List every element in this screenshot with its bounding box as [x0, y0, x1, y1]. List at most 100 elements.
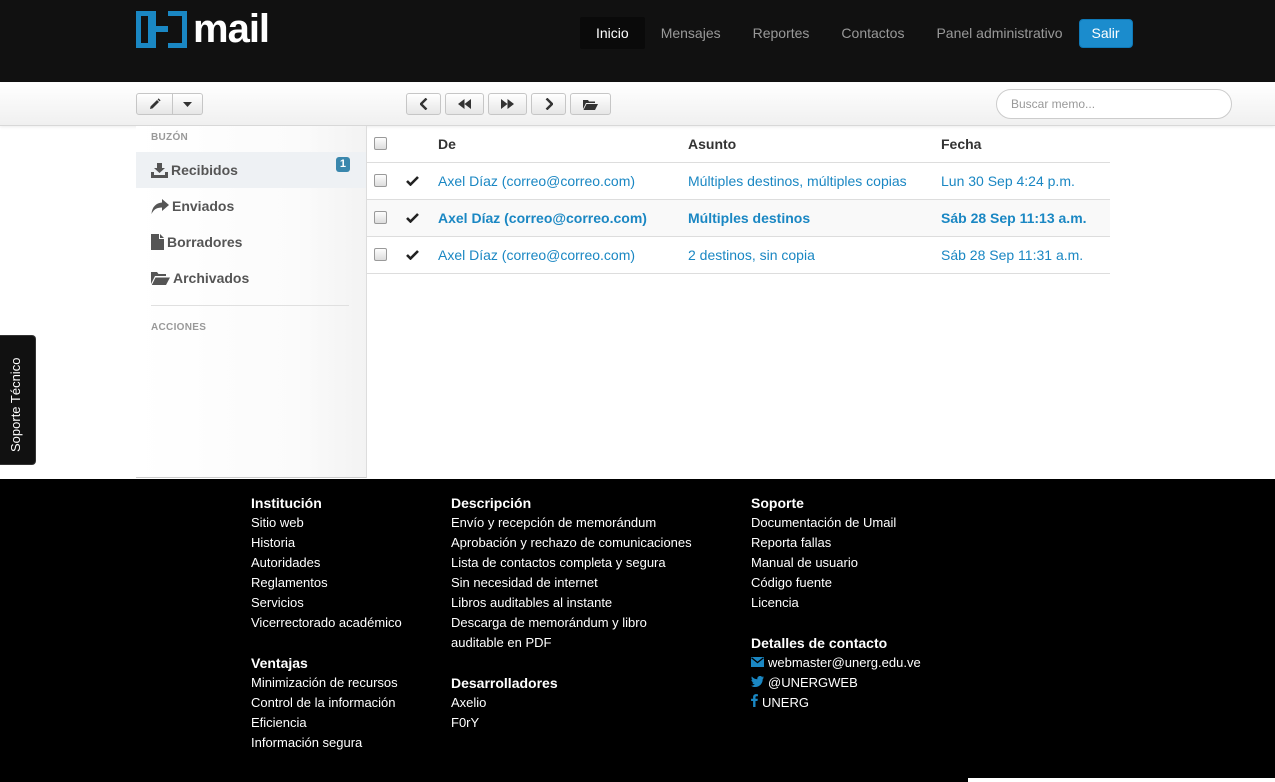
backward-icon [458, 99, 471, 109]
archive-button[interactable] [570, 93, 611, 115]
footer-link[interactable]: Sin necesidad de internet [451, 573, 692, 593]
main-nav: Inicio Mensajes Reportes Contactos Panel… [580, 17, 1133, 49]
footer-link[interactable]: auditable en PDF [451, 633, 692, 653]
search-input[interactable] [996, 89, 1232, 119]
footer-heading: Institución [251, 495, 322, 511]
logo-text: mail [193, 7, 270, 51]
mail-toolbar [0, 83, 1275, 126]
column-header-date[interactable]: Fecha [941, 136, 981, 152]
nav-reportes[interactable]: Reportes [737, 17, 826, 49]
check-icon [406, 247, 419, 263]
footer-column-soporte: Soporte Documentación de Umail Reporta f… [751, 493, 921, 713]
footer-heading: Detalles de contacto [751, 635, 888, 651]
sidebar-item-enviados[interactable]: Enviados [136, 188, 366, 224]
table-row[interactable]: Axel Díaz (correo@correo.com) Múltiples … [367, 200, 1110, 237]
footer-link[interactable]: Reporta fallas [751, 533, 921, 553]
select-all-checkbox[interactable] [374, 137, 387, 150]
mailbox-header: BUZÓN [151, 132, 189, 143]
footer-link[interactable]: Documentación de Umail [751, 513, 921, 533]
footer-link[interactable]: Autoridades [251, 553, 402, 573]
message-subject[interactable]: Múltiples destinos [688, 210, 810, 226]
footer-link[interactable]: Servicios [251, 593, 402, 613]
message-date[interactable]: Sáb 28 Sep 11:31 a.m. [941, 247, 1083, 263]
row-checkbox[interactable] [374, 248, 387, 261]
footer-link[interactable]: Código fuente [751, 573, 921, 593]
message-date[interactable]: Sáb 28 Sep 11:13 a.m. [941, 210, 1087, 226]
logout-button[interactable]: Salir [1078, 18, 1133, 48]
nav-contactos[interactable]: Contactos [825, 17, 920, 49]
forward-icon [501, 99, 514, 109]
table-row[interactable]: Axel Díaz (correo@correo.com) 2 destinos… [367, 237, 1110, 274]
footer-link[interactable]: Sitio web [251, 513, 402, 533]
footer-link[interactable]: Vicerrectorado académico [251, 613, 402, 633]
footer-link[interactable]: Manual de usuario [751, 553, 921, 573]
row-checkbox[interactable] [374, 174, 387, 187]
footer-column-institucion: Institución Sitio web Historia Autoridad… [251, 493, 402, 753]
last-page-button[interactable] [488, 93, 527, 115]
footer-link[interactable]: Envío y recepción de memorándum [451, 513, 692, 533]
nav-panel-administrativo[interactable]: Panel administrativo [920, 17, 1078, 49]
column-header-from[interactable]: De [438, 136, 456, 152]
chevron-right-icon [545, 98, 553, 110]
footer-heading: Descripción [451, 495, 532, 511]
site-footer: Institución Sitio web Historia Autoridad… [0, 479, 1275, 782]
first-page-button[interactable] [445, 93, 484, 115]
contact-email-text: webmaster@unerg.edu.ve [768, 655, 921, 670]
sidebar-item-recibidos[interactable]: Recibidos 1 [136, 152, 366, 188]
message-sender[interactable]: Axel Díaz (correo@correo.com) [438, 173, 635, 189]
footer-link[interactable]: Libros auditables al instante [451, 593, 692, 613]
compose-button-group [136, 93, 203, 115]
footer-link[interactable]: Reglamentos [251, 573, 402, 593]
footer-link[interactable]: Minimización de recursos [251, 673, 402, 693]
sidebar-item-archivados[interactable]: Archivados [136, 260, 366, 296]
contact-facebook[interactable]: UNERG [751, 693, 921, 713]
footer-link[interactable]: Información segura [251, 733, 402, 753]
sidebar-item-borradores[interactable]: Borradores [136, 224, 366, 260]
row-checkbox[interactable] [374, 211, 387, 224]
table-header-row: De Asunto Fecha [367, 126, 1110, 163]
footer-heading: Ventajas [251, 655, 308, 671]
compose-button[interactable] [136, 93, 173, 115]
contact-twitter[interactable]: @UNERGWEB [751, 673, 921, 693]
mailbox-sidebar: BUZÓN Recibidos 1 Enviados Borradores Ar… [136, 126, 367, 478]
footer-link[interactable]: Licencia [751, 593, 921, 613]
umail-logo[interactable]: mail [136, 7, 270, 51]
footer-link[interactable]: Control de la información [251, 693, 402, 713]
sidebar-divider [151, 305, 349, 306]
folder-open-icon [583, 99, 598, 110]
sidebar-item-label: Recibidos [171, 162, 238, 178]
message-subject[interactable]: Múltiples destinos, múltiples copias [688, 173, 907, 189]
top-navbar: mail Inicio Mensajes Reportes Contactos … [0, 0, 1275, 82]
footer-link[interactable]: Descarga de memorándum y libro [451, 613, 692, 633]
contact-facebook-text: UNERG [762, 695, 809, 710]
support-tab[interactable]: Soporte Técnico [0, 335, 36, 465]
sidebar-item-label: Borradores [167, 234, 243, 250]
contact-email[interactable]: webmaster@unerg.edu.ve [751, 653, 921, 673]
check-icon [406, 173, 419, 189]
footer-link[interactable]: F0rY [451, 713, 692, 733]
footer-link[interactable]: Axelio [451, 693, 692, 713]
actions-header: ACCIONES [151, 322, 207, 333]
footer-link[interactable]: Historia [251, 533, 402, 553]
footer-link[interactable]: Aprobación y rechazo de comunicaciones [451, 533, 692, 553]
pager-button-group [406, 93, 615, 115]
check-icon [406, 210, 419, 226]
nav-mensajes[interactable]: Mensajes [645, 17, 737, 49]
message-date[interactable]: Lun 30 Sep 4:24 p.m. [941, 173, 1075, 189]
message-sender[interactable]: Axel Díaz (correo@correo.com) [438, 210, 647, 226]
column-header-subject[interactable]: Asunto [688, 136, 736, 152]
message-subject[interactable]: 2 destinos, sin copia [688, 247, 815, 263]
next-button[interactable] [531, 93, 566, 115]
footer-heading: Soporte [751, 495, 804, 511]
nav-inicio[interactable]: Inicio [580, 17, 645, 49]
table-row[interactable]: Axel Díaz (correo@correo.com) Múltiples … [367, 163, 1110, 200]
footer-link[interactable]: Eficiencia [251, 713, 402, 733]
footer-link[interactable]: Lista de contactos completa y segura [451, 553, 692, 573]
previous-button[interactable] [406, 93, 441, 115]
unread-count-badge: 1 [335, 157, 350, 172]
caret-down-icon [183, 101, 192, 107]
share-icon [151, 198, 169, 214]
contact-twitter-text: @UNERGWEB [768, 675, 858, 690]
message-sender[interactable]: Axel Díaz (correo@correo.com) [438, 247, 635, 263]
compose-dropdown-toggle[interactable] [173, 93, 203, 115]
